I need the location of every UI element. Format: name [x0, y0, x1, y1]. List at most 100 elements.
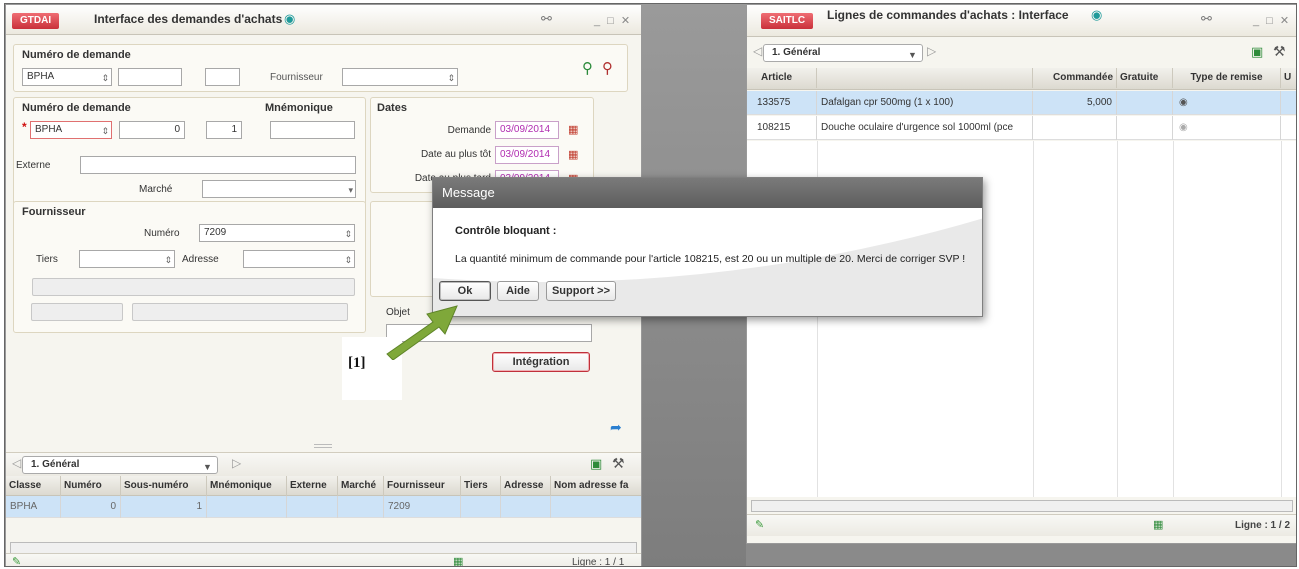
spin-icon[interactable]: ⇕ — [344, 226, 352, 242]
help-button[interactable]: Aide — [497, 281, 539, 301]
marche-select[interactable]: ▾ — [202, 180, 356, 198]
column-header[interactable]: Type de remise — [1173, 68, 1281, 88]
export-arrow-icon[interactable]: ➦ — [610, 419, 622, 436]
column-header[interactable]: U — [1281, 68, 1296, 88]
add-row-icon[interactable]: ▦ — [1153, 518, 1163, 531]
support-button[interactable]: Support >> — [546, 281, 616, 301]
request-number-input[interactable]: 0 — [119, 121, 185, 139]
search-number-input[interactable] — [118, 68, 182, 86]
annotation-arrow-icon — [386, 305, 458, 360]
left-tabbar: ◁ 1. Général ▼ ▷ ▣ ⚒ — [6, 452, 641, 476]
spin-icon[interactable]: ⇕ — [101, 70, 109, 86]
column-header[interactable] — [817, 68, 1033, 88]
table-cell: 1 — [121, 496, 207, 518]
splitter-handle[interactable] — [314, 444, 332, 448]
tab-prev-icon[interactable]: ◁ — [12, 456, 21, 470]
mnemonic-label: Mnémonique — [265, 102, 333, 114]
chevron-down-icon[interactable]: ▼ — [908, 47, 917, 63]
tab-next-icon[interactable]: ▷ — [232, 456, 241, 470]
supplier-number-input[interactable]: 7209 ⇕ — [199, 224, 355, 242]
message-dialog: Message Contrôle bloquant : La quantité … — [432, 177, 983, 317]
chevron-down-icon[interactable]: ▾ — [348, 182, 353, 198]
tiers-input[interactable]: ⇕ — [79, 250, 175, 268]
column-header[interactable]: Article — [747, 68, 817, 88]
spin-icon[interactable]: ⇕ — [447, 70, 455, 86]
adresse-input[interactable]: ⇕ — [243, 250, 355, 268]
date-tot-input[interactable]: 03/09/2014 — [495, 146, 559, 164]
column-header[interactable]: Numéro — [61, 476, 121, 496]
search-icon[interactable]: ⚲ — [582, 59, 593, 77]
table-cell — [1281, 91, 1296, 115]
excel-export-icon[interactable]: ▣ — [1251, 44, 1263, 60]
right-statusbar: ✎ ▦ Ligne : 1 / 2 — [747, 514, 1296, 536]
connection-icon[interactable]: ⚯ — [1201, 11, 1212, 27]
tab-select-general[interactable]: 1. Général ▼ — [22, 456, 218, 474]
supplier-number-label: Numéro — [144, 228, 180, 239]
search-advanced-icon[interactable]: ⚲ — [602, 59, 613, 77]
column-header[interactable]: Marché — [338, 476, 384, 496]
eye-icon[interactable]: ◉ — [1091, 7, 1102, 23]
column-header[interactable]: Nom adresse fa — [551, 476, 641, 496]
table-cell: 133575 — [747, 91, 817, 115]
table-cell — [461, 496, 501, 518]
radio-remise[interactable]: ◉ — [1173, 91, 1281, 115]
wrench-icon[interactable]: ⚒ — [612, 455, 625, 472]
table-cell: 0 — [61, 496, 121, 518]
column-header[interactable]: Classe — [6, 476, 61, 496]
column-header[interactable]: Fournisseur — [384, 476, 461, 496]
column-header[interactable]: Gratuite — [1117, 68, 1173, 88]
window-title: Interface des demandes d'achats — [94, 12, 283, 26]
mnemonic-input[interactable] — [270, 121, 355, 139]
table-cell — [338, 496, 384, 518]
column-header[interactable]: Mnémonique — [207, 476, 287, 496]
column-header[interactable]: Adresse — [501, 476, 551, 496]
chevron-down-icon[interactable]: ▼ — [203, 459, 212, 475]
search-supplier-input[interactable]: ⇕ — [342, 68, 458, 86]
table-cell — [1033, 116, 1117, 140]
window-controls-icon[interactable]: _ □ ✕ — [594, 14, 632, 27]
tiers-label: Tiers — [36, 254, 58, 265]
column-header[interactable]: Sous-numéro — [121, 476, 207, 496]
spin-icon[interactable]: ⇕ — [344, 252, 352, 268]
integration-button[interactable]: Intégration — [492, 352, 590, 372]
table-row[interactable]: 133575 Dafalgan cpr 500mg (1 x 100) 5,00… — [747, 91, 1296, 115]
date-demande-label: Demande — [447, 125, 491, 136]
radio-remise[interactable]: ◉ — [1173, 116, 1281, 140]
table-cell: 108215 — [747, 116, 817, 140]
search-class-input[interactable]: BPHA ⇕ — [22, 68, 112, 86]
edit-pencil-icon[interactable]: ✎ — [12, 555, 21, 566]
connection-icon[interactable]: ⚯ — [541, 11, 552, 27]
edit-pencil-icon[interactable]: ✎ — [755, 518, 764, 531]
column-header[interactable]: Tiers — [461, 476, 501, 496]
request-subnumber-input[interactable]: 1 — [206, 121, 242, 139]
search-subnumber-input[interactable] — [205, 68, 240, 86]
date-tot-label: Date au plus tôt — [420, 149, 491, 160]
tab-next-icon[interactable]: ▷ — [927, 44, 936, 58]
add-row-icon[interactable]: ▦ — [453, 555, 463, 566]
eye-icon[interactable]: ◉ — [284, 11, 295, 27]
table-row[interactable]: BPHA 0 1 7209 — [6, 496, 641, 518]
table-cell: 5,000 — [1033, 91, 1117, 115]
table-cell — [551, 496, 641, 518]
column-header[interactable]: Commandée — [1033, 68, 1117, 88]
table-row[interactable]: 108215 Douche oculaire d'urgence sol 100… — [747, 116, 1296, 140]
ok-button[interactable]: Ok — [439, 281, 491, 301]
column-header[interactable]: Externe — [287, 476, 338, 496]
request-class-input[interactable]: BPHA ⇕ — [30, 121, 112, 139]
spin-icon[interactable]: ⇕ — [164, 252, 172, 268]
externe-input[interactable] — [80, 156, 356, 174]
date-demande-input[interactable]: 03/09/2014 — [495, 121, 559, 139]
table-cell — [501, 496, 551, 518]
right-horizontal-scrollbar[interactable] — [751, 500, 1293, 512]
calendar-icon[interactable]: ▦ — [568, 148, 578, 161]
table-cell — [207, 496, 287, 518]
excel-export-icon[interactable]: ▣ — [590, 456, 602, 472]
wrench-icon[interactable]: ⚒ — [1273, 43, 1286, 60]
tab-prev-icon[interactable]: ◁ — [753, 44, 762, 58]
search-number-label: Numéro de demande — [22, 49, 131, 61]
spin-icon[interactable]: ⇕ — [101, 123, 109, 139]
table-cell — [1117, 116, 1173, 140]
window-controls-icon[interactable]: _ □ ✕ — [1253, 14, 1291, 27]
calendar-icon[interactable]: ▦ — [568, 123, 578, 136]
tab-select-general[interactable]: 1. Général ▼ — [763, 44, 923, 62]
